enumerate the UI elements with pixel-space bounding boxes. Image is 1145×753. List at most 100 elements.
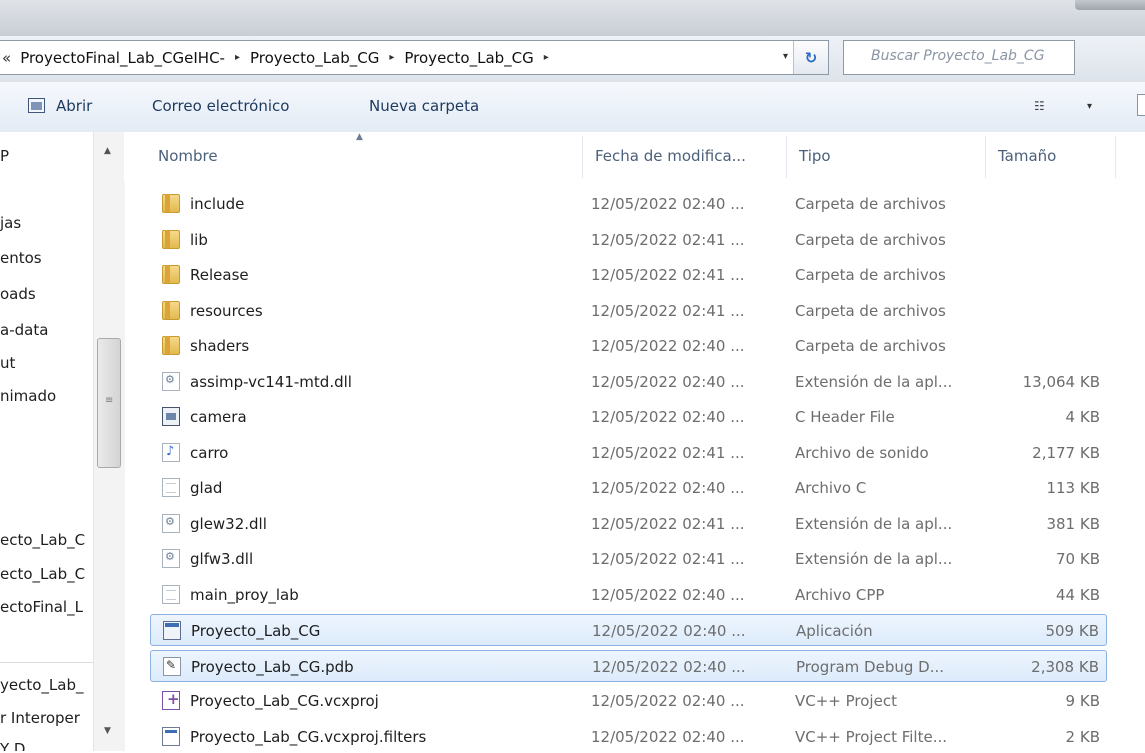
nav-divider	[0, 662, 93, 663]
column-divider[interactable]	[582, 136, 583, 178]
file-type: Carpeta de archivos	[795, 302, 946, 320]
nav-item[interactable]: ut	[0, 354, 15, 372]
file-date-modified: 12/05/2022 02:41 ...	[591, 444, 745, 462]
file-row[interactable]: glew32.dll 12/05/2022 02:41 ... Extensión …	[150, 508, 1107, 540]
nav-item[interactable]: a-data	[0, 321, 48, 339]
email-button[interactable]: Correo electrónico	[152, 97, 289, 115]
search-input[interactable]: Buscar Proyecto_Lab_CG	[843, 40, 1075, 75]
scroll-down-arrow-icon[interactable]: ▼	[104, 726, 111, 736]
file-row[interactable]: Release 12/05/2022 02:41 ... Carpeta de ar…	[150, 259, 1107, 291]
window-control-button[interactable]	[1075, 0, 1145, 10]
dll-file-icon	[162, 549, 180, 568]
column-header-date[interactable]: Fecha de modifica...	[595, 147, 746, 165]
breadcrumb-item-3[interactable]: Proyecto_Lab_CG	[398, 49, 539, 67]
nav-item[interactable]: P	[0, 147, 9, 165]
file-date-modified: 12/05/2022 02:40 ...	[592, 658, 746, 676]
nav-item[interactable]: oads	[0, 285, 36, 303]
dll-file-icon	[162, 514, 180, 533]
file-date-modified: 12/05/2022 02:40 ...	[592, 622, 746, 640]
file-row[interactable]: resources 12/05/2022 02:41 ... Carpeta de …	[150, 295, 1107, 327]
column-header-type[interactable]: Tipo	[799, 147, 831, 165]
breadcrumb-arrow-icon[interactable]: ▸	[231, 52, 244, 63]
file-type: Carpeta de archivos	[795, 231, 946, 249]
file-row[interactable]: Proyecto_Lab_CG.pdb 12/05/2022 02:40 ... P…	[150, 650, 1107, 682]
file-name: Proyecto_Lab_CG.vcxproj	[190, 692, 379, 710]
file-date-modified: 12/05/2022 02:41 ...	[591, 550, 745, 568]
file-type: Archivo de sonido	[795, 444, 929, 462]
nav-item[interactable]: r Interoper	[0, 709, 80, 727]
file-name: camera	[190, 408, 247, 426]
refresh-button[interactable]: ↻	[793, 41, 828, 74]
nav-item[interactable]: ecto_Lab_C	[0, 565, 85, 583]
file-row[interactable]: Proyecto_Lab_CG.vcxproj 12/05/2022 02:40 …	[150, 685, 1107, 717]
file-name: include	[190, 195, 245, 213]
file-row[interactable]: Proyecto_Lab_CG.vcxproj.filters 12/05/202…	[150, 721, 1107, 753]
file-date-modified: 12/05/2022 02:40 ...	[591, 586, 745, 604]
breadcrumb-item-2[interactable]: Proyecto_Lab_CG	[244, 49, 385, 67]
text-file-icon	[162, 478, 180, 497]
breadcrumb-arrow-icon[interactable]: ▸	[385, 52, 398, 63]
column-divider[interactable]	[985, 136, 986, 178]
file-size: 4 KB	[1065, 408, 1100, 426]
open-icon[interactable]	[28, 98, 45, 113]
nav-item[interactable]: nimado	[0, 387, 56, 405]
column-divider[interactable]	[786, 136, 787, 178]
file-type: Extensión de la apl...	[795, 515, 953, 533]
text-file-icon	[162, 585, 180, 604]
scroll-up-arrow-icon[interactable]: ▲	[104, 146, 111, 156]
nav-item[interactable]: jas	[0, 214, 21, 232]
file-date-modified: 12/05/2022 02:41 ...	[591, 266, 745, 284]
file-size: 381 KB	[1046, 515, 1100, 533]
preview-pane-icon[interactable]	[1137, 94, 1145, 116]
column-header-name[interactable]: Nombre	[158, 147, 218, 165]
address-row: « ProyectoFinal_Lab_CGeIHC- ▸ Proyecto_L…	[0, 36, 1145, 82]
column-header-size[interactable]: Tamaño	[998, 147, 1056, 165]
file-row[interactable]: include 12/05/2022 02:40 ... Carpeta de ar…	[150, 188, 1107, 220]
address-bar[interactable]: « ProyectoFinal_Lab_CGeIHC- ▸ Proyecto_L…	[0, 40, 829, 75]
file-date-modified: 12/05/2022 02:40 ...	[591, 373, 745, 391]
column-divider[interactable]	[1115, 136, 1116, 178]
open-button[interactable]: Abrir	[56, 97, 92, 115]
nav-item[interactable]: yecto_Lab_	[0, 676, 83, 694]
file-name: glad	[190, 479, 223, 497]
address-history-dropdown-icon[interactable]: ▾	[783, 51, 788, 62]
scrollbar-thumb[interactable]: ≡	[97, 338, 121, 468]
folder-icon	[162, 230, 180, 249]
nav-item[interactable]: Y D...	[0, 740, 40, 751]
new-folder-button[interactable]: Nueva carpeta	[369, 97, 479, 115]
file-type: Extensión de la apl...	[795, 550, 953, 568]
window-top-edge	[0, 0, 1145, 36]
file-row[interactable]: glfw3.dll 12/05/2022 02:41 ... Extensión d…	[150, 543, 1107, 575]
file-size: 113 KB	[1046, 479, 1100, 497]
view-options-dropdown-icon[interactable]: ▾	[1087, 101, 1092, 112]
file-name: Release	[190, 266, 249, 284]
file-date-modified: 12/05/2022 02:40 ...	[591, 337, 745, 355]
file-name: Proyecto_Lab_CG.pdb	[191, 658, 354, 676]
nav-item[interactable]: entos	[0, 249, 42, 267]
file-row[interactable]: camera 12/05/2022 02:40 ... C Header File 4…	[150, 401, 1107, 433]
nav-item[interactable]: ectoFinal_L	[0, 598, 83, 616]
nav-item[interactable]: ecto_Lab_C	[0, 531, 85, 549]
breadcrumb-item-1[interactable]: ProyectoFinal_Lab_CGeIHC-	[14, 49, 231, 67]
nav-scrollbar[interactable]: ▲ ≡ ▼	[93, 132, 125, 751]
file-row[interactable]: lib 12/05/2022 02:41 ... Carpeta de archiv…	[150, 224, 1107, 256]
file-type: C Header File	[795, 408, 895, 426]
file-date-modified: 12/05/2022 02:41 ...	[591, 302, 745, 320]
file-row[interactable]: assimp-vc141-mtd.dll 12/05/2022 02:40 ...…	[150, 366, 1107, 398]
file-row[interactable]: Proyecto_Lab_CG 12/05/2022 02:40 ... Aplic…	[150, 614, 1107, 646]
file-row[interactable]: shaders 12/05/2022 02:40 ... Carpeta de ar…	[150, 330, 1107, 362]
view-options-icon[interactable]: ☷	[1034, 99, 1045, 113]
breadcrumb-overflow[interactable]: «	[0, 49, 14, 67]
file-row[interactable]: main_proy_lab 12/05/2022 02:40 ... Archivo…	[150, 579, 1107, 611]
file-type: Archivo C	[795, 479, 867, 497]
file-type: Carpeta de archivos	[795, 195, 946, 213]
column-header-row: ▲ Nombre Fecha de modifica... Tipo Tamañ…	[124, 132, 1145, 182]
application-icon	[163, 621, 181, 640]
file-row[interactable]: glad 12/05/2022 02:40 ... Archivo C 113 KB	[150, 472, 1107, 504]
file-name: glew32.dll	[190, 515, 267, 533]
file-row[interactable]: carro 12/05/2022 02:41 ... Archivo de soni…	[150, 437, 1107, 469]
folder-icon	[162, 301, 180, 320]
file-type: Program Debug D...	[796, 658, 945, 676]
breadcrumb-arrow-icon[interactable]: ▸	[540, 52, 553, 63]
file-type: VC++ Project	[795, 692, 897, 710]
